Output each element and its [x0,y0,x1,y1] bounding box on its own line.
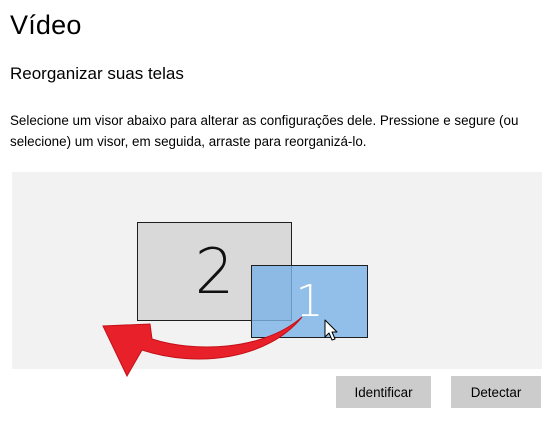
identify-button[interactable]: Identificar [336,376,431,408]
display-arrangement-area[interactable]: 2 1 [12,172,542,369]
detect-button[interactable]: Detectar [451,376,541,408]
monitor-2-number: 2 [194,234,235,308]
monitor-1[interactable]: 1 [251,265,368,338]
monitor-1-number: 1 [295,275,324,327]
instructions-text: Selecione um visor abaixo para alterar a… [10,113,519,149]
display-settings-page: Vídeo Reorganizar suas telas Selecione u… [0,0,555,427]
section-heading: Reorganizar suas telas [10,64,184,83]
page-title: Vídeo [10,10,82,40]
